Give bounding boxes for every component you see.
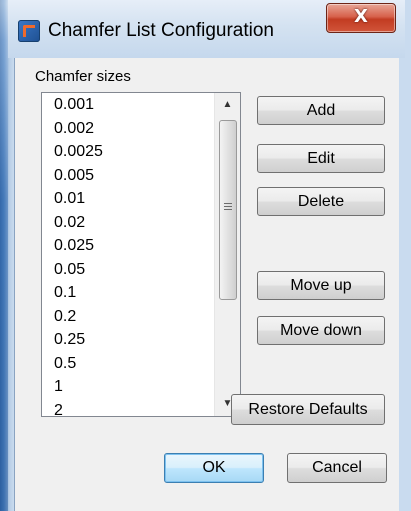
move-down-button[interactable]: Move down: [257, 316, 385, 345]
list-item[interactable]: 0.5: [42, 352, 214, 376]
app-icon[interactable]: [18, 20, 40, 42]
vertical-scrollbar[interactable]: ▲ ▼: [214, 93, 240, 416]
list-item[interactable]: 0.01: [42, 187, 214, 211]
delete-button[interactable]: Delete: [257, 187, 385, 216]
chamfer-sizes-label: Chamfer sizes: [35, 68, 131, 85]
dialog-body: Chamfer sizes 0.001 0.002 0.0025 0.005 0.01 0…: [14, 58, 399, 511]
list-item[interactable]: 0.005: [42, 164, 214, 188]
add-button[interactable]: Add: [257, 96, 385, 125]
title-bar[interactable]: Chamfer List Configuration X: [8, 0, 405, 58]
close-icon: X: [354, 6, 368, 27]
restore-defaults-button[interactable]: Restore Defaults: [231, 394, 385, 425]
edit-button[interactable]: Edit: [257, 144, 385, 173]
list-item[interactable]: 0.0025: [42, 140, 214, 164]
list-item[interactable]: 1: [42, 375, 214, 399]
list-item[interactable]: 0.025: [42, 234, 214, 258]
scroll-up-arrow-icon[interactable]: ▲: [215, 93, 240, 117]
list-item[interactable]: 0.002: [42, 117, 214, 141]
list-item[interactable]: 0.25: [42, 328, 214, 352]
window-title: Chamfer List Configuration: [48, 20, 274, 41]
list-item[interactable]: 0.1: [42, 281, 214, 305]
close-button[interactable]: X: [326, 3, 396, 33]
ok-button[interactable]: OK: [164, 453, 264, 483]
scrollbar-thumb[interactable]: [219, 120, 237, 300]
list-items: 0.001 0.002 0.0025 0.005 0.01 0.02 0.025 0.05 0.…: [42, 93, 214, 417]
cancel-button[interactable]: Cancel: [287, 453, 387, 483]
scrollbar-grip-icon: [224, 203, 232, 212]
list-item[interactable]: 0.05: [42, 258, 214, 282]
list-item[interactable]: 0.2: [42, 305, 214, 329]
list-item[interactable]: 0.001: [42, 93, 214, 117]
list-item[interactable]: 0.02: [42, 211, 214, 235]
chamfer-sizes-list[interactable]: 0.001 0.002 0.0025 0.005 0.01 0.02 0.025 0.05 0.…: [41, 92, 241, 417]
move-up-button[interactable]: Move up: [257, 271, 385, 300]
list-item[interactable]: 2: [42, 399, 214, 417]
